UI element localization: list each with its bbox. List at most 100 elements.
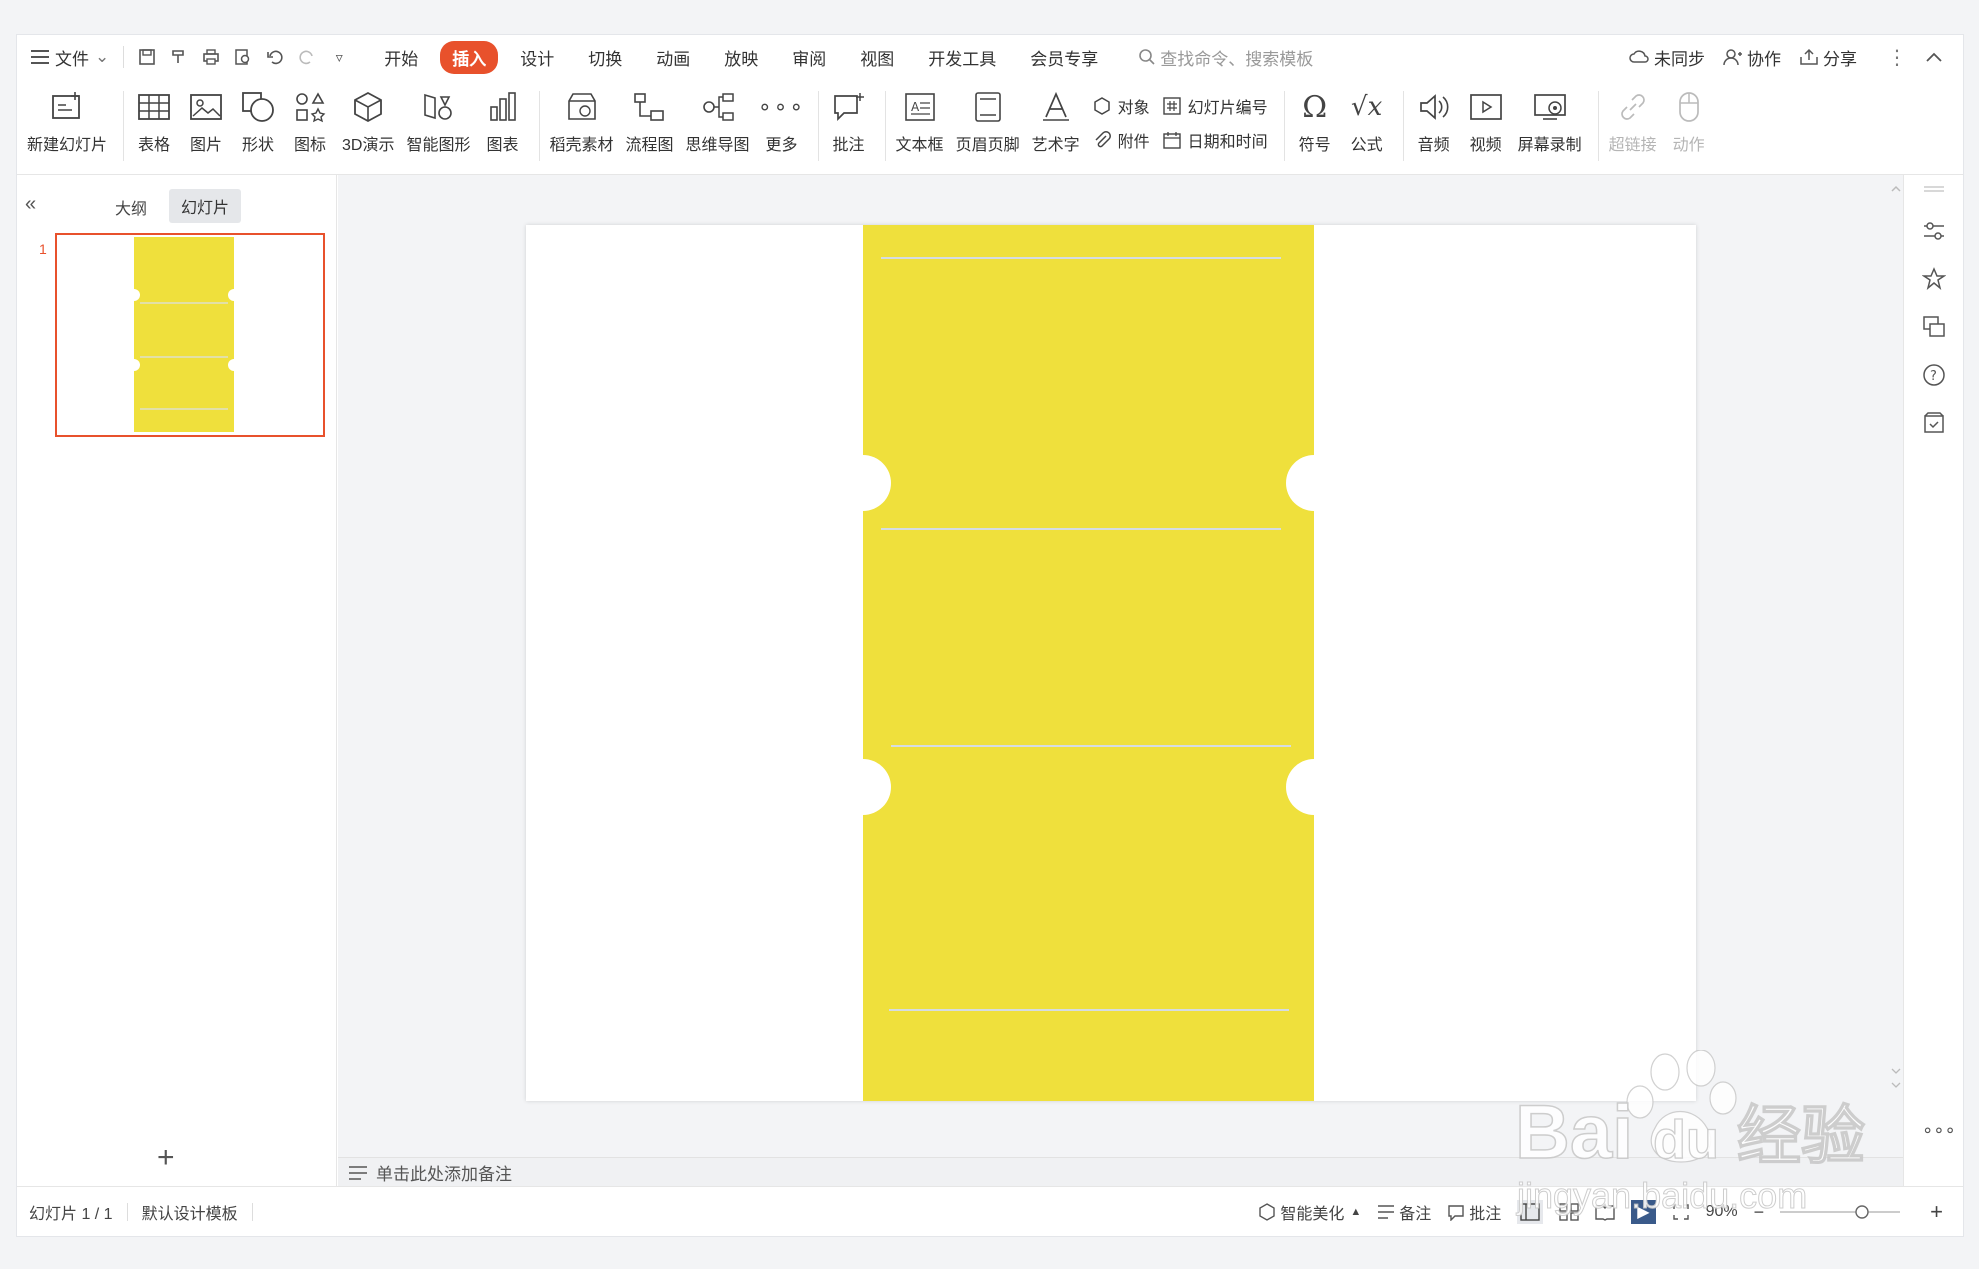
undo-icon[interactable]	[264, 46, 286, 68]
customize-toolbar-icon[interactable]: ▿	[328, 46, 350, 68]
notes-icon	[349, 1165, 367, 1180]
new-slide-button[interactable]: 新建幻灯片	[27, 79, 107, 155]
tab-outline[interactable]: 大纲	[115, 195, 147, 219]
slide[interactable]	[526, 225, 1696, 1101]
sync-button[interactable]: 未同步	[1628, 45, 1705, 70]
svg-text:A: A	[911, 100, 920, 114]
file-menu[interactable]: 文件 ⌄	[31, 45, 109, 70]
beautify-button[interactable]: 智能美化 ▲	[1258, 1200, 1361, 1224]
collab-label: 协作	[1747, 49, 1781, 69]
more-horizontal-icon[interactable]: ∘∘∘	[1922, 1120, 1956, 1144]
slide-number-button[interactable]: 幻灯片编号	[1162, 89, 1268, 123]
flowchart-icon	[630, 87, 670, 127]
more-vertical-icon[interactable]: ⋮	[1887, 45, 1907, 70]
properties-icon[interactable]	[1922, 219, 1946, 243]
divider	[126, 1202, 128, 1221]
header-footer-button[interactable]: 页眉页脚	[956, 79, 1020, 155]
tab-slideshow[interactable]: 放映	[712, 41, 770, 74]
tab-slides[interactable]: 幻灯片	[169, 189, 242, 223]
flowchart-button[interactable]: 流程图	[626, 79, 674, 155]
tab-start[interactable]: 开始	[372, 41, 430, 74]
right-side-toolbar: ? ∘∘∘	[1903, 175, 1963, 1187]
attachment-button[interactable]: 附件	[1092, 123, 1150, 157]
notes-button[interactable]: 备注	[1377, 1200, 1431, 1224]
mindmap-button[interactable]: 思维导图	[686, 79, 750, 155]
watermark-text-jingyan: 经验	[1737, 1100, 1865, 1174]
tab-view[interactable]: 视图	[848, 41, 906, 74]
picture-button[interactable]: 图片	[186, 79, 226, 155]
tab-developer[interactable]: 开发工具	[916, 41, 1008, 74]
collapse-panel-icon[interactable]: «	[25, 193, 36, 216]
video-button[interactable]: 视频	[1466, 79, 1506, 155]
screen-record-button[interactable]: 屏幕录制	[1518, 79, 1582, 155]
add-slide-button[interactable]: +	[157, 1141, 175, 1175]
smart-graphic-button[interactable]: 智能图形	[406, 79, 471, 155]
tab-design[interactable]: 设计	[508, 41, 566, 74]
video-icon	[1466, 87, 1506, 127]
wordart-button[interactable]: 艺术字	[1032, 79, 1080, 155]
svg-text:?: ?	[1930, 369, 1937, 384]
ticket-shape[interactable]	[526, 225, 1696, 1101]
notes-label: 备注	[1399, 1206, 1432, 1223]
save-icon[interactable]	[136, 46, 158, 68]
tab-animation[interactable]: 动画	[644, 41, 702, 74]
collab-icon	[1723, 49, 1742, 66]
action-button[interactable]: 动作	[1669, 79, 1709, 155]
collapse-ribbon-icon[interactable]	[1925, 51, 1943, 63]
textbox-button[interactable]: A 文本框	[896, 79, 944, 155]
slide-panel: « 大纲 幻灯片 1 +	[17, 175, 337, 1187]
tab-insert[interactable]: 插入	[440, 40, 499, 74]
print-preview-icon[interactable]	[232, 46, 254, 68]
divider	[884, 91, 886, 161]
star-icon[interactable]	[1921, 267, 1947, 291]
icon-button[interactable]: 图标	[290, 79, 330, 155]
beautify-icon	[1259, 1203, 1276, 1221]
more-button[interactable]: ∘∘∘ 更多	[758, 79, 803, 155]
flowchart-label: 流程图	[625, 137, 674, 154]
vertical-scrollbar[interactable]	[1888, 179, 1904, 1155]
datetime-button[interactable]: 日期和时间	[1162, 123, 1268, 157]
zoom-in-button[interactable]: +	[1930, 1199, 1943, 1225]
3d-button[interactable]: 3D演示	[342, 79, 394, 155]
shape-button[interactable]: 形状	[238, 79, 278, 155]
share-icon	[1800, 48, 1818, 65]
slide-switch-icon[interactable]	[1922, 315, 1946, 339]
print-icon[interactable]	[200, 46, 222, 68]
material-button[interactable]: 稻壳素材	[550, 79, 614, 155]
mouse-icon	[1669, 87, 1709, 127]
smart-graphic-icon	[418, 87, 458, 127]
mindmap-label: 思维导图	[685, 137, 750, 154]
divider	[1283, 91, 1285, 161]
collab-button[interactable]: 协作	[1723, 45, 1781, 70]
tab-review[interactable]: 审阅	[780, 41, 838, 74]
tab-transition[interactable]: 切换	[576, 41, 634, 74]
redo-icon[interactable]	[296, 46, 318, 68]
slide-info: 幻灯片 1 / 1	[29, 1205, 113, 1223]
object-button[interactable]: 对象	[1092, 89, 1150, 123]
hyperlink-button[interactable]: 超链接	[1609, 79, 1657, 155]
paperclip-icon	[1095, 131, 1111, 148]
template-name[interactable]: 默认设计模板	[142, 1200, 238, 1224]
chevron-down-icon: ⌄	[95, 47, 110, 66]
chart-icon	[483, 87, 523, 127]
help-icon[interactable]: ?	[1922, 363, 1946, 387]
audio-button[interactable]: 音频	[1414, 79, 1454, 155]
divider	[1402, 91, 1404, 161]
tab-member[interactable]: 会员专享	[1018, 41, 1110, 74]
table-button[interactable]: 表格	[134, 79, 174, 155]
chart-button[interactable]: 图表	[483, 79, 523, 155]
formula-icon: √x	[1351, 92, 1383, 122]
share-button[interactable]: 分享	[1799, 45, 1857, 70]
search-box[interactable]: 查找命令、搜索模板	[1138, 45, 1313, 70]
backup-icon[interactable]	[1922, 411, 1946, 435]
symbol-button[interactable]: Ω 符号	[1295, 79, 1335, 155]
attachment-label: 附件	[1117, 134, 1150, 151]
comment-button[interactable]: 批注	[829, 79, 869, 155]
formula-button[interactable]: √x 公式	[1347, 79, 1387, 155]
omega-icon: Ω	[1302, 89, 1328, 125]
status-comment-button[interactable]: 批注	[1447, 1200, 1501, 1224]
drag-handle-icon[interactable]	[1922, 181, 1946, 205]
new-slide-label: 新建幻灯片	[27, 137, 108, 154]
format-painter-icon[interactable]	[168, 46, 190, 68]
slide-thumbnail[interactable]	[55, 233, 325, 437]
